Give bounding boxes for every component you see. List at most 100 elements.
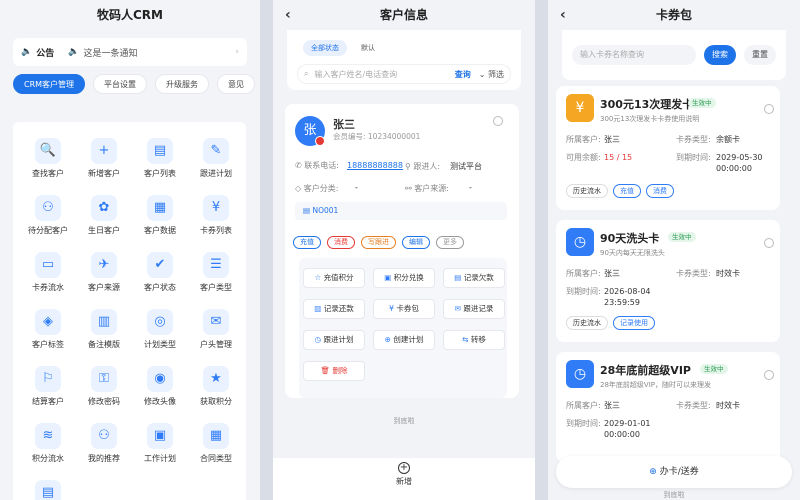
customer-list-icon: ▤ xyxy=(147,138,173,164)
grid-item-points-flow[interactable]: ≋ 积分流水 xyxy=(19,423,77,464)
quick-action-3[interactable]: 编辑 xyxy=(402,236,430,249)
grid-item-my-referral[interactable]: ⚇ 我的推荐 xyxy=(75,423,133,464)
follow-record-button[interactable]: ✉ 跟进记录 xyxy=(443,299,505,319)
grid-item-unassigned-customer[interactable]: ⚇ 待分配客户 xyxy=(19,195,77,236)
grid-item-contract-type[interactable]: ▦ 合同类型 xyxy=(187,423,245,464)
quick-action-4[interactable]: 更多 xyxy=(436,236,464,249)
select-radio[interactable] xyxy=(764,238,774,248)
create-plan-icon: ⊕ xyxy=(384,335,391,344)
tab-feedback[interactable]: 意见 xyxy=(217,74,256,94)
notice-bar[interactable]: 🔈 公告 🔈 这是一条通知 › xyxy=(13,38,247,66)
grid-item-note-template[interactable]: ▥ 备注模版 xyxy=(75,309,133,350)
status-filter-all[interactable]: 全部状态 xyxy=(303,40,347,56)
grid-item-more[interactable]: ▤ xyxy=(19,480,77,500)
grid-item-label: 客户数据 xyxy=(144,226,176,235)
back-icon[interactable]: ‹ xyxy=(285,0,291,30)
field-value: 15 / 15 xyxy=(604,153,633,162)
select-radio[interactable] xyxy=(764,104,774,114)
delete-button[interactable]: 🗑 删除 xyxy=(303,361,365,381)
feature-grid: 🔍 查找客户 + 新增客户 ▤ 客户列表 ✎ 跟进计划 ⚇ 待分配客户 ✿ 生日客户 ▦ 客户数据 ¥ 卡券列… xyxy=(13,122,246,500)
card-action-button[interactable]: 历史流水 xyxy=(566,184,608,198)
field-label: 可用余额: xyxy=(566,153,601,162)
transfer-button[interactable]: ⇆ 转移 xyxy=(443,330,505,350)
grid-item-change-avatar[interactable]: ◉ 修改头像 xyxy=(131,366,189,407)
follow-up-plan-icon: ✎ xyxy=(203,138,229,164)
select-radio[interactable] xyxy=(493,116,503,126)
query-button[interactable]: 查询 xyxy=(455,69,471,80)
add-bar[interactable]: + 新增 xyxy=(273,458,535,500)
filter-button[interactable]: ⌄ 筛选 xyxy=(479,69,504,80)
member-number: 会员编号: 10234000001 xyxy=(333,132,421,141)
notice-label: 公告 xyxy=(36,48,55,59)
reset-button[interactable]: 重置 xyxy=(744,45,776,65)
share-icon: ⚯ xyxy=(405,184,415,193)
search-button[interactable]: 搜索 xyxy=(704,45,736,65)
grid-item-customer-data[interactable]: ▦ 客户数据 xyxy=(131,195,189,236)
grid-item-change-password[interactable]: ⚿ 修改密码 xyxy=(75,366,133,407)
badge-icon xyxy=(315,136,325,146)
grid-item-label: 新增客户 xyxy=(88,169,120,178)
grid-item-settle-customer[interactable]: ⚐ 结算客户 xyxy=(19,366,77,407)
page-title: ‹ 卡券包 xyxy=(548,0,800,30)
grid-item-label: 备注模版 xyxy=(88,340,120,349)
follow-plan-icon: ◷ xyxy=(314,335,322,344)
grid-item-customer-list[interactable]: ▤ 客户列表 xyxy=(131,138,189,179)
grid-item-account-management[interactable]: ✉ 户头管理 xyxy=(187,309,245,350)
tab-upgrade[interactable]: 升级服务 xyxy=(155,74,210,94)
card-action-button[interactable]: 记录使用 xyxy=(613,316,655,330)
grid-item-customer-type[interactable]: ☰ 客户类型 xyxy=(187,252,245,293)
grid-item-customer-tag[interactable]: ◈ 客户标签 xyxy=(19,309,77,350)
grid-item-label: 客户状态 xyxy=(144,283,176,292)
card-wallet-button[interactable]: ¥ 卡券包 xyxy=(373,299,435,319)
grid-item-customer-source[interactable]: ✈ 客户来源 xyxy=(75,252,133,293)
grid-item-get-points[interactable]: ★ 获取积分 xyxy=(187,366,245,407)
record-debt-button[interactable]: ▤ 记录欠款 xyxy=(443,268,505,288)
card-action-button[interactable]: 历史流水 xyxy=(566,316,608,330)
phone-link[interactable]: 18888888888 xyxy=(347,161,403,170)
grid-item-plan-type[interactable]: ◎ 计划类型 xyxy=(131,309,189,350)
customer-search-input[interactable]: 输入客户姓名/电话查询 xyxy=(314,69,454,80)
card-search-bar: 输入卡券名称查询 搜索 重置 xyxy=(562,30,786,80)
grid-item-birthday-customer[interactable]: ✿ 生日客户 xyxy=(75,195,133,236)
card-action-button[interactable]: 消费 xyxy=(646,184,674,198)
tab-crm[interactable]: CRM客户管理 xyxy=(13,74,86,94)
plus-circle-icon: ⊕ xyxy=(649,467,657,477)
card-item[interactable]: ◷ 28年底前超级VIP 生效中 28年底前超级VIP，随时可以来理发 所属客户: 张三 卡… xyxy=(556,352,780,462)
grid-item-customer-status[interactable]: ✔ 客户状态 xyxy=(131,252,189,293)
grid-item-label: 查找客户 xyxy=(32,169,64,178)
grid-item-card-list[interactable]: ¥ 卡券列表 xyxy=(187,195,245,236)
card-type-icon: ◷ xyxy=(566,228,594,256)
recharge-points-button[interactable]: ☆ 充值积分 xyxy=(303,268,365,288)
card-wallet-icon: ¥ xyxy=(389,304,394,313)
status-filter-default[interactable]: 默认 xyxy=(353,40,383,56)
follow-plan-button[interactable]: ◷ 跟进计划 xyxy=(303,330,365,350)
card-item[interactable]: ¥300元13次理发卡 生效中 300元13次理发卡卡券使用说明 所属客户: 张三 卡券类… xyxy=(556,86,780,210)
quick-action-0[interactable]: 充值 xyxy=(293,236,321,249)
create-plan-button[interactable]: ⊕ 创建计划 xyxy=(373,330,435,350)
record-repay-button[interactable]: ▥ 记录还款 xyxy=(303,299,365,319)
card-action-button[interactable]: 充值 xyxy=(613,184,641,198)
grid-item-add-customer[interactable]: + 新增客户 xyxy=(75,138,133,179)
category-tabs: CRM客户管理 平台设置 升级服务 意见 xyxy=(13,74,260,94)
speaker-icon: 🔈 xyxy=(21,47,33,57)
grid-item-follow-up-plan[interactable]: ✎ 跟进计划 xyxy=(187,138,245,179)
card-item[interactable]: ◷ 90天洗头卡 生效中 90天内每天无限洗头 所属客户: 张三 卡券类型: 时效卡 到期时间:… xyxy=(556,220,780,342)
grid-item-label: 客户列表 xyxy=(144,169,176,178)
grid-item-find-customer[interactable]: 🔍 查找客户 xyxy=(19,138,77,179)
quick-action-2[interactable]: 写跟进 xyxy=(361,236,396,249)
grid-item-work-plan[interactable]: ▣ 工作计划 xyxy=(131,423,189,464)
card-type-icon: ◷ xyxy=(566,360,594,388)
get-points-icon: ★ xyxy=(203,366,229,392)
notice-text: 这是一条通知 xyxy=(83,48,138,59)
tab-platform-settings[interactable]: 平台设置 xyxy=(93,74,148,94)
add-button[interactable]: 新增 xyxy=(396,477,412,486)
tag-icon: ◇ xyxy=(295,184,304,193)
points-exchange-button[interactable]: ▣ 积分兑换 xyxy=(373,268,435,288)
grid-item-card-flow[interactable]: ▭ 卡券流水 xyxy=(19,252,77,293)
back-icon[interactable]: ‹ xyxy=(560,0,566,30)
card-search-input[interactable]: 输入卡券名称查询 xyxy=(572,45,696,65)
issue-card-button[interactable]: ⊕ 办卡/送券 xyxy=(556,456,792,488)
select-radio[interactable] xyxy=(764,370,774,380)
quick-action-1[interactable]: 消费 xyxy=(327,236,355,249)
card-actions: 历史流水 充值 消费 xyxy=(566,184,674,198)
